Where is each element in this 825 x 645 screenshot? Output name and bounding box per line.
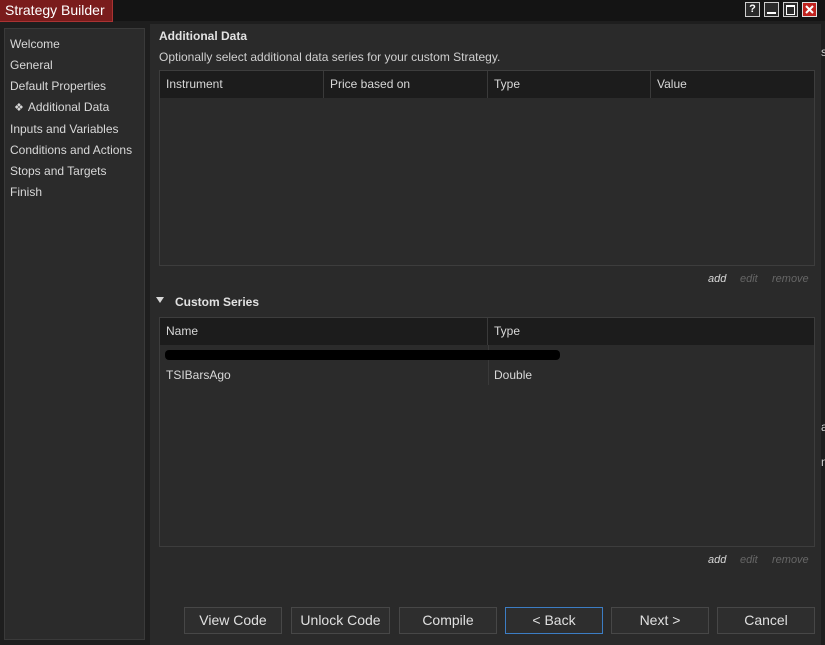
sidebar-item-general[interactable]: General [5,55,144,76]
background-window-text: n [821,455,825,469]
custom-series-title[interactable]: Custom Series [175,295,259,309]
custom-series-add-link[interactable]: add [708,554,726,566]
compile-button[interactable]: Compile [399,607,497,634]
additional-data-title: Additional Data [159,29,248,43]
cancel-button[interactable]: Cancel [717,607,815,634]
column-value[interactable]: Value [651,71,814,98]
minimize-icon [767,12,776,14]
sidebar-item-default-properties[interactable]: Default Properties [5,76,144,97]
collapse-caret-icon[interactable] [156,297,164,303]
column-price-based-on[interactable]: Price based on [324,71,488,98]
column-instrument[interactable]: Instrument [160,71,324,98]
current-step-icon: ❖ [14,102,24,114]
sidebar-item-conditions-and-actions[interactable]: Conditions and Actions [5,140,144,161]
close-button[interactable] [802,2,817,17]
sidebar-item-welcome[interactable]: Welcome [5,34,144,55]
help-button[interactable]: ? [745,2,760,17]
maximize-button[interactable] [783,2,798,17]
grid-header: Instrument Price based on Type Value [160,71,814,98]
close-icon [805,5,814,14]
row-name: TSIBarsAgo [166,368,231,382]
sidebar-item-inputs-and-variables[interactable]: Inputs and Variables [5,119,144,140]
title-bar: Strategy Builder ? [0,0,825,22]
grid-header: Name Type [160,318,814,345]
column-type[interactable]: Type [488,71,651,98]
window-title: Strategy Builder [0,0,113,22]
sidebar-item-label: Additional Data [27,100,110,114]
redaction-bar [165,350,560,360]
next-button[interactable]: Next > [611,607,709,634]
column-type[interactable]: Type [488,318,814,345]
additional-data-edit-link[interactable]: edit [740,273,758,285]
background-window-text: s [821,45,825,59]
maximize-icon [786,5,795,15]
column-name[interactable]: Name [160,318,488,345]
view-code-button[interactable]: View Code [184,607,282,634]
back-button[interactable]: < Back [505,607,603,634]
sidebar-item-stops-and-targets[interactable]: Stops and Targets [5,161,144,182]
minimize-button[interactable] [764,2,779,17]
additional-data-remove-link[interactable]: remove [772,273,809,285]
row-type: Double [494,368,533,382]
custom-series-edit-link[interactable]: edit [740,554,758,566]
custom-series-remove-link[interactable]: remove [772,554,809,566]
wizard-sidebar: Welcome General Default Properties ❖ Addi… [4,28,145,640]
unlock-code-button[interactable]: Unlock Code [291,607,390,634]
additional-data-add-link[interactable]: add [708,273,726,285]
sidebar-item-finish[interactable]: Finish [5,182,144,203]
right-edge [821,24,825,645]
background-window-text: a [821,420,825,434]
additional-data-description: Optionally select additional data series… [159,50,501,64]
table-row[interactable]: TSIBarsAgo Double [160,366,814,385]
additional-data-grid[interactable]: Instrument Price based on Type Value [159,70,815,266]
sidebar-item-additional-data[interactable]: ❖ Additional Data [5,97,144,119]
